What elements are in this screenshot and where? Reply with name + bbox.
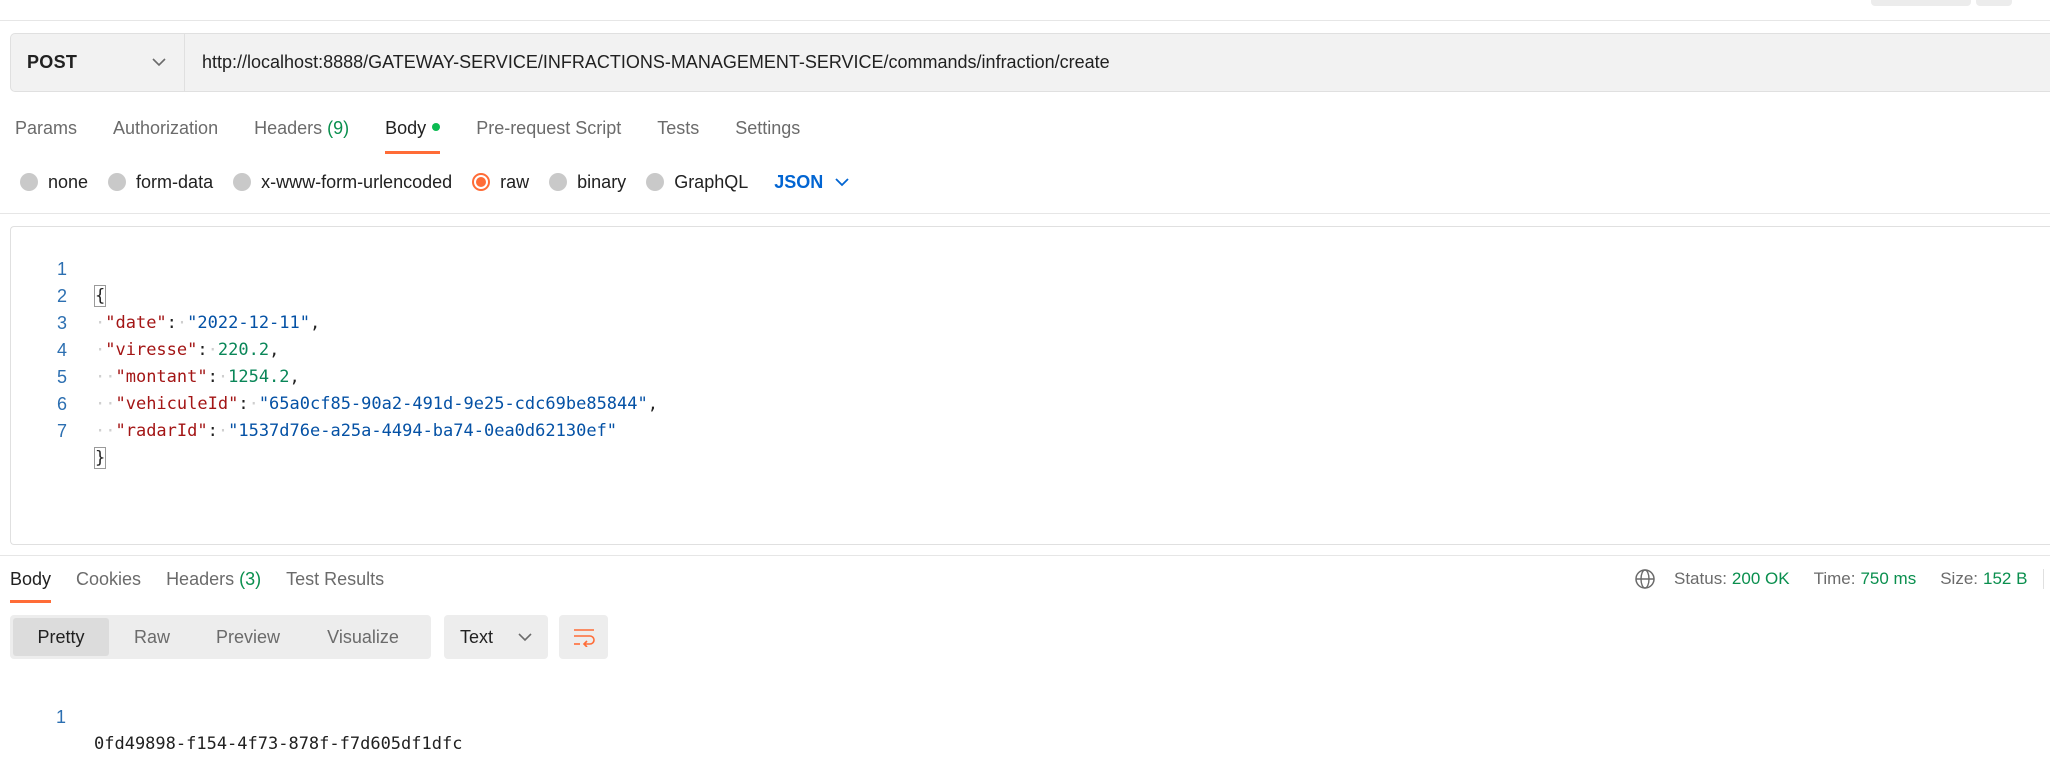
line-number: 1	[55, 707, 66, 727]
url-input[interactable]: http://localhost:8888/GATEWAY-SERVICE/IN…	[185, 52, 1110, 73]
wrap-lines-icon	[573, 629, 595, 647]
view-raw-button[interactable]: Raw	[109, 618, 195, 656]
code-line: 5 ··"vehiculeId":·"65a0cf85-90a2-491d-9e…	[11, 337, 2050, 414]
divider	[2043, 569, 2045, 589]
close-brace: }	[93, 447, 107, 469]
body-modified-dot	[432, 123, 441, 132]
view-pretty-button[interactable]: Pretty	[13, 618, 109, 656]
code-line: 4 ··"montant":·1254.2,	[11, 310, 2050, 387]
body-type-form-data[interactable]: form-data	[108, 172, 213, 193]
body-type-none-label: none	[48, 171, 89, 192]
language-select[interactable]: JSON	[774, 172, 849, 193]
tab-response-headers-label: Headers	[166, 569, 235, 589]
size-value[interactable]: 152 B	[1983, 569, 2027, 589]
view-preview-button[interactable]: Preview	[195, 618, 301, 656]
tab-settings-label: Settings	[735, 118, 801, 138]
response-format-label: Text	[460, 626, 494, 647]
globe-icon[interactable]	[1634, 568, 1656, 590]
radio-form-data[interactable]	[108, 173, 127, 191]
code-line: 3 ·"viresse":·220.2,	[11, 283, 2050, 360]
tab-pre-request-script[interactable]: Pre-request Script	[476, 116, 621, 154]
request-url-bar: POST http://localhost:8888/GATEWAY-SERVI…	[10, 33, 2050, 92]
body-type-selector: none form-data x-www-form-urlencoded raw…	[20, 170, 849, 194]
tab-cookies-label: Cookies	[76, 569, 142, 589]
body-type-graphql-label: GraphQL	[674, 171, 749, 192]
time-label: Time:	[1813, 569, 1856, 588]
tab-params[interactable]: Params	[15, 116, 77, 154]
wrap-lines-button[interactable]	[559, 615, 608, 659]
size-label: Size:	[1940, 569, 1978, 588]
radio-none[interactable]	[20, 173, 38, 191]
body-type-urlencoded[interactable]: x-www-form-urlencoded	[233, 172, 452, 193]
code-line: 2 ·"date":·"2022-12-11",	[11, 256, 2050, 333]
response-view-mode: Pretty Raw Preview Visualize	[10, 615, 431, 659]
json-string: "1537d76e-a25a-4494-ba74-0ea0d62130ef"	[228, 421, 618, 441]
tab-params-label: Params	[15, 118, 78, 138]
tab-headers[interactable]: Headers (9)	[254, 116, 349, 154]
code-line: 7 }	[11, 391, 2050, 469]
tab-tests-label: Tests	[657, 118, 700, 138]
code-text: }	[93, 445, 107, 472]
tab-tests[interactable]: Tests	[657, 116, 699, 154]
status-value[interactable]: 200 OK	[1732, 569, 1790, 589]
response-status-bar: Status: 200 OK Time: 750 ms Size: 152 B	[1634, 567, 2045, 591]
chevron-down-icon	[518, 632, 532, 641]
radio-binary[interactable]	[549, 173, 568, 191]
body-type-form-data-label: form-data	[136, 171, 214, 192]
line-number: 7	[56, 421, 67, 441]
response-text: 0fd49898-f154-4f73-878f-f7d605df1dfc	[94, 734, 463, 754]
tab-headers-label: Headers	[254, 118, 323, 138]
code-line: 6 ··"radarId":·"1537d76e-a25a-4494-ba74-…	[11, 364, 2050, 441]
code-text: ··"radarId":·"1537d76e-a25a-4494-ba74-0e…	[95, 421, 618, 441]
tab-prerequest-label: Pre-request Script	[476, 118, 622, 138]
code-line: 1 {	[11, 229, 2050, 307]
request-body-editor[interactable]: 1 { 2 ·"date":·"2022-12-11", 3 ·"viresse…	[10, 226, 2050, 545]
response-tabs: Body Cookies Headers (3) Test Results	[10, 567, 409, 603]
body-type-none[interactable]: none	[20, 172, 88, 193]
body-type-raw[interactable]: raw	[472, 172, 529, 193]
tab-body-label: Body	[385, 118, 427, 138]
view-visualize-button[interactable]: Visualize	[301, 618, 425, 656]
tab-body[interactable]: Body	[385, 116, 441, 154]
top-strip	[0, 0, 2050, 21]
code-line: 1 0fd49898-f154-4f73-878f-f7d605df1dfc	[10, 677, 1010, 754]
body-type-binary-label: binary	[577, 171, 627, 192]
divider	[0, 555, 2050, 556]
top-button-fragment[interactable]	[1871, 0, 1971, 6]
chevron-down-icon	[152, 58, 166, 67]
json-key: "radarId"	[115, 421, 208, 441]
tab-cookies[interactable]: Cookies	[76, 567, 141, 603]
response-headers-count: (3)	[239, 569, 262, 589]
time-value[interactable]: 750 ms	[1860, 569, 1916, 589]
headers-count: (9)	[327, 118, 350, 138]
body-type-raw-label: raw	[500, 171, 530, 192]
tab-response-headers[interactable]: Headers (3)	[166, 567, 261, 603]
top-button-fragment-small[interactable]	[1976, 0, 2012, 6]
tab-test-results-label: Test Results	[286, 569, 385, 589]
tab-settings[interactable]: Settings	[735, 116, 800, 154]
body-type-graphql[interactable]: GraphQL	[646, 172, 748, 193]
body-type-urlencoded-label: x-www-form-urlencoded	[261, 171, 453, 192]
radio-urlencoded[interactable]	[233, 173, 252, 191]
radio-graphql[interactable]	[646, 173, 665, 191]
tab-response-body[interactable]: Body	[10, 567, 52, 603]
tab-test-results[interactable]: Test Results	[286, 567, 384, 603]
language-label: JSON	[774, 171, 824, 192]
tab-response-body-label: Body	[10, 569, 52, 589]
tab-authorization[interactable]: Authorization	[113, 116, 218, 154]
method-select[interactable]: POST	[11, 34, 185, 91]
response-format-select[interactable]: Text	[444, 615, 548, 659]
status-label: Status:	[1674, 569, 1727, 588]
response-body-viewer[interactable]: 1 0fd49898-f154-4f73-878f-f7d605df1dfc	[10, 677, 1010, 754]
radio-raw[interactable]	[472, 173, 491, 191]
body-type-binary[interactable]: binary	[549, 172, 626, 193]
chevron-down-icon	[835, 177, 849, 186]
request-tabs: Params Authorization Headers (9) Body Pr…	[15, 116, 836, 154]
tab-authorization-label: Authorization	[113, 118, 219, 138]
divider	[0, 213, 2050, 214]
method-label: POST	[27, 52, 78, 72]
